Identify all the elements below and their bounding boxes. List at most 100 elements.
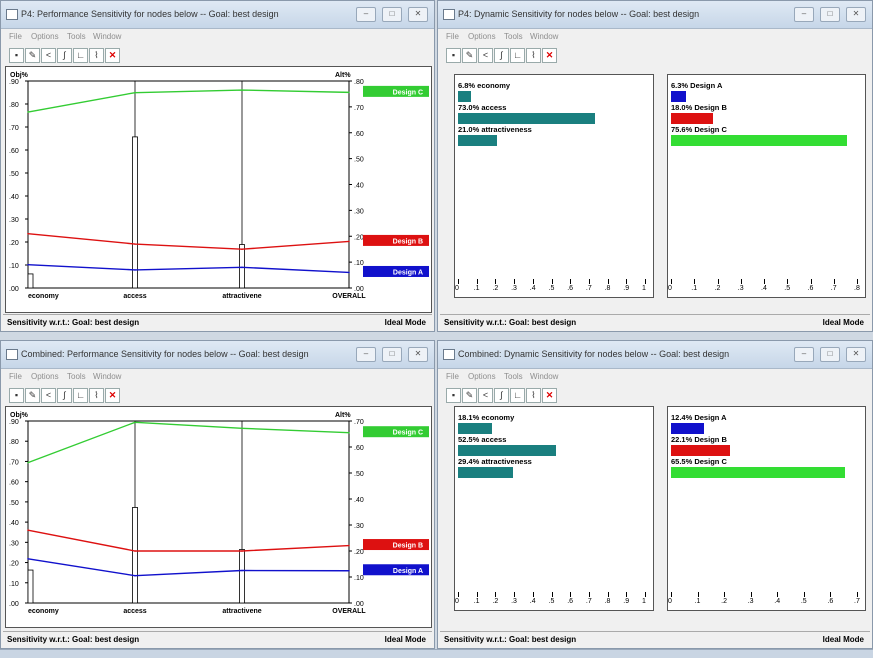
- title-bar[interactable]: Combined: Dynamic Sensitivity for nodes …: [438, 341, 872, 369]
- close-x-icon[interactable]: ✕: [542, 388, 557, 403]
- title-bar[interactable]: P4: Dynamic Sensitivity for nodes below …: [438, 1, 872, 29]
- sensitivity-bar[interactable]: [458, 445, 557, 456]
- sensitivity-bar[interactable]: [671, 467, 846, 478]
- close-button[interactable]: ✕: [408, 347, 428, 362]
- objective-weight-bar[interactable]: [27, 569, 34, 604]
- menu-window[interactable]: Window: [93, 32, 121, 41]
- menu-options[interactable]: Options: [468, 372, 496, 381]
- graph-type-icon[interactable]: <: [41, 48, 56, 63]
- x-tick-label: .5: [800, 598, 807, 605]
- chart-icon[interactable]: ∫: [494, 388, 509, 403]
- minimize-button[interactable]: –: [356, 7, 376, 22]
- menu-bar: File Options Tools Window: [1, 29, 434, 45]
- menu-options[interactable]: Options: [31, 32, 59, 41]
- objective-weight-bar[interactable]: [239, 244, 245, 289]
- maximize-button[interactable]: □: [382, 7, 402, 22]
- select-icon[interactable]: ⌇: [526, 388, 541, 403]
- chart-icon[interactable]: ∫: [57, 388, 72, 403]
- menu-file[interactable]: File: [9, 32, 22, 41]
- close-x-icon[interactable]: ✕: [105, 48, 120, 63]
- objective-weight-bar[interactable]: [27, 273, 34, 289]
- edit-icon[interactable]: ✎: [25, 388, 40, 403]
- sensitivity-bar[interactable]: [458, 423, 492, 434]
- series-line: [27, 264, 350, 274]
- status-bar: Sensitivity w.r.t.: Goal: best design Id…: [440, 314, 870, 331]
- maximize-button[interactable]: □: [820, 347, 840, 362]
- window-p4-performance[interactable]: P4: Performance Sensitivity for nodes be…: [0, 0, 435, 332]
- menu-window[interactable]: Window: [530, 32, 558, 41]
- sensitivity-bar[interactable]: [671, 113, 713, 124]
- sensitivity-bar[interactable]: [458, 467, 513, 478]
- window-combined-dynamic[interactable]: Combined: Dynamic Sensitivity for nodes …: [437, 340, 873, 649]
- menu-options[interactable]: Options: [468, 32, 496, 41]
- window-combined-performance[interactable]: Combined: Performance Sensitivity for no…: [0, 340, 435, 649]
- close-button[interactable]: ✕: [846, 7, 866, 22]
- chart-icon[interactable]: ∫: [57, 48, 72, 63]
- sensitivity-bar[interactable]: [671, 135, 847, 146]
- axis-icon[interactable]: ∟: [510, 48, 525, 63]
- minimize-button[interactable]: –: [356, 347, 376, 362]
- sensitivity-bar[interactable]: [458, 91, 471, 102]
- graph-type-icon[interactable]: <: [478, 48, 493, 63]
- performance-plot: Obj% Alt% .90 .80 .70 .60 .50 .40 .30 .20 .10 .00 .7…: [5, 406, 432, 628]
- maximize-button[interactable]: □: [820, 7, 840, 22]
- edit-icon[interactable]: ✎: [25, 48, 40, 63]
- x-tick-mark: [514, 279, 516, 284]
- toolbar: ▪ ✎ < ∫ ∟ ⌇ ✕: [1, 385, 434, 407]
- menu-options[interactable]: Options: [31, 372, 59, 381]
- menu-file[interactable]: File: [446, 32, 459, 41]
- sensitivity-bar[interactable]: [458, 135, 498, 146]
- graph-type-icon[interactable]: <: [478, 388, 493, 403]
- menu-tools[interactable]: Tools: [67, 372, 86, 381]
- left-tick-label: .10: [9, 263, 19, 270]
- close-x-icon[interactable]: ✕: [542, 48, 557, 63]
- menu-file[interactable]: File: [9, 372, 22, 381]
- menu-tools[interactable]: Tools: [504, 372, 523, 381]
- app-icon: [443, 349, 455, 360]
- print-icon[interactable]: ▪: [9, 388, 24, 403]
- print-icon[interactable]: ▪: [446, 48, 461, 63]
- axis-icon[interactable]: ∟: [73, 388, 88, 403]
- close-x-icon[interactable]: ✕: [105, 388, 120, 403]
- toolbar: ▪ ✎ < ∫ ∟ ⌇ ✕: [1, 45, 434, 67]
- graph-type-icon[interactable]: <: [41, 388, 56, 403]
- edit-icon[interactable]: ✎: [462, 48, 477, 63]
- chart-icon[interactable]: ∫: [494, 48, 509, 63]
- window-title: P4: Performance Sensitivity for nodes be…: [21, 9, 279, 19]
- menu-window[interactable]: Window: [93, 372, 121, 381]
- left-tick-label: .80: [9, 439, 19, 446]
- select-icon[interactable]: ⌇: [89, 388, 104, 403]
- close-button[interactable]: ✕: [846, 347, 866, 362]
- title-bar[interactable]: P4: Performance Sensitivity for nodes be…: [1, 1, 434, 29]
- objective-weight-bar[interactable]: [239, 549, 245, 604]
- close-button[interactable]: ✕: [408, 7, 428, 22]
- objective-weight-bar[interactable]: [132, 507, 138, 604]
- select-icon[interactable]: ⌇: [526, 48, 541, 63]
- series-point: [27, 232, 29, 235]
- print-icon[interactable]: ▪: [446, 388, 461, 403]
- maximize-button[interactable]: □: [382, 347, 402, 362]
- edit-icon[interactable]: ✎: [462, 388, 477, 403]
- sensitivity-bar[interactable]: [671, 423, 704, 434]
- status-sensitivity: Sensitivity w.r.t.: Goal: best design: [7, 635, 140, 644]
- objective-weight-bar[interactable]: [132, 136, 138, 289]
- series-point: [27, 111, 29, 113]
- minimize-button[interactable]: –: [794, 347, 814, 362]
- axis-icon[interactable]: ∟: [73, 48, 88, 63]
- select-icon[interactable]: ⌇: [89, 48, 104, 63]
- menu-window[interactable]: Window: [530, 372, 558, 381]
- series-point: [27, 263, 29, 266]
- minimize-button[interactable]: –: [794, 7, 814, 22]
- title-bar[interactable]: Combined: Performance Sensitivity for no…: [1, 341, 434, 369]
- menu-tools[interactable]: Tools: [67, 32, 86, 41]
- axis-icon[interactable]: ∟: [510, 388, 525, 403]
- sensitivity-bar[interactable]: [458, 113, 595, 124]
- menu-tools[interactable]: Tools: [504, 32, 523, 41]
- sensitivity-bar[interactable]: [671, 91, 686, 102]
- bar-label: 18.1% economy: [458, 413, 515, 422]
- menu-bar: File Options Tools Window: [1, 369, 434, 385]
- sensitivity-bar[interactable]: [671, 445, 730, 456]
- print-icon[interactable]: ▪: [9, 48, 24, 63]
- menu-file[interactable]: File: [446, 372, 459, 381]
- window-p4-dynamic[interactable]: P4: Dynamic Sensitivity for nodes below …: [437, 0, 873, 332]
